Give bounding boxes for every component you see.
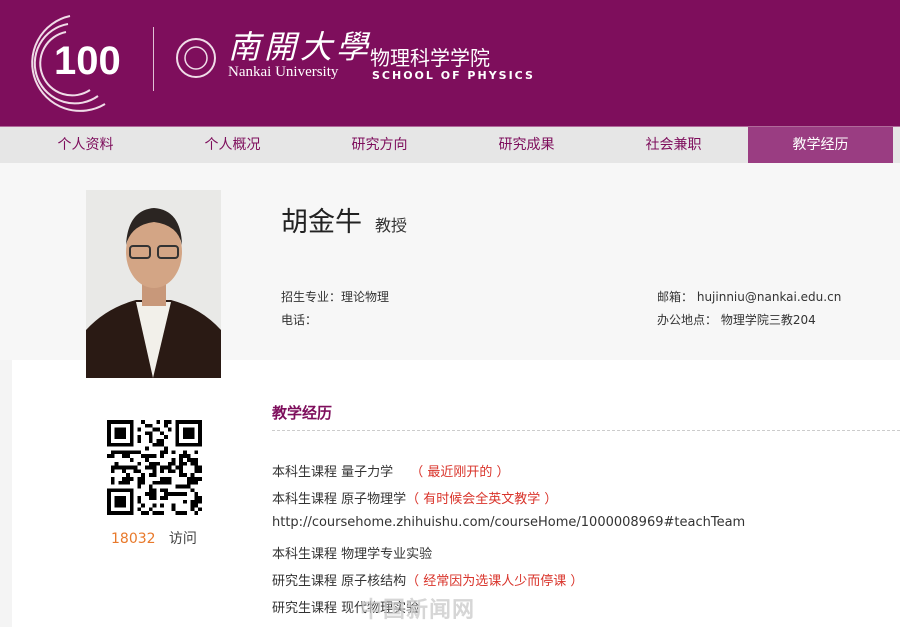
centennial-logo: 100 (31, 15, 121, 112)
teaching-item: 本科生课程 量子力学 （ 最近刚开的 ） (272, 461, 510, 480)
university-name-cn: 南開大學 (228, 28, 373, 66)
tab-teaching[interactable]: 教学经历 (748, 127, 893, 164)
teaching-item: 本科生课程 物理学专业实验 (272, 547, 433, 562)
university-name-en: Nankai University (228, 64, 339, 80)
watermark: 中国新闻网 (360, 598, 476, 623)
office-field: 办公地点： 物理学院三教204 (657, 311, 816, 328)
tab-overview[interactable]: 个人概况 (159, 127, 306, 164)
university-seal-icon (176, 38, 216, 78)
course-note: （ 有时候会全英文教学 ） (406, 492, 558, 507)
professor-name: 胡金牛 (281, 207, 362, 238)
course-name: 本科生课程 原子物理学 (272, 492, 407, 507)
professor-title: 教授 (375, 216, 408, 235)
section-title: 教学经历 (272, 404, 333, 422)
profile-nav: 个人资料 个人概况 研究方向 研究成果 社会兼职 教学经历 (0, 126, 900, 164)
course-name: 本科生课程 量子力学 (272, 465, 407, 480)
email-label: 邮箱： (657, 290, 694, 304)
visit-counter: 18032 访问 (111, 528, 197, 548)
school-name-en: SCHOOL OF PHYSICS (372, 69, 535, 82)
profile-photo (86, 190, 221, 378)
course-note: （ 最近刚开的 ） (410, 465, 510, 480)
section-divider (272, 430, 900, 431)
teaching-item: 本科生课程 原子物理学（ 有时候会全英文教学 ） (272, 488, 557, 507)
teaching-item: 研究生课程 原子核结构（ 经常因为选课人少而停课 ） (272, 570, 583, 589)
school-name-cn: 物理科学学院 (370, 46, 490, 70)
major-label: 招生专业： (281, 290, 342, 304)
tab-social-positions[interactable]: 社会兼职 (600, 127, 747, 164)
course-name: 研究生课程 原子核结构 (272, 574, 407, 589)
svg-text:100: 100 (54, 39, 121, 83)
email-field: 邮箱： hujinniu@nankai.edu.cn (657, 288, 841, 305)
course-note: （ 经常因为选课人少而停课 ） (406, 574, 584, 589)
tab-personal-info[interactable]: 个人资料 (12, 127, 159, 164)
phone-label: 电话： (281, 313, 318, 327)
email-value[interactable]: hujinniu@nankai.edu.cn (697, 290, 841, 304)
major-value: 理论物理 (341, 290, 390, 304)
course-link[interactable]: http://coursehome.zhihuishu.com/courseHo… (272, 515, 745, 530)
major-field: 招生专业：理论物理 (281, 288, 389, 305)
site-header: 100 南開大學 Nankai University 物理科学学院 SCHOOL… (0, 0, 900, 126)
visit-count: 18032 (111, 531, 156, 547)
tab-research-results[interactable]: 研究成果 (453, 127, 600, 164)
tab-research-direction[interactable]: 研究方向 (306, 127, 453, 164)
visit-label: 访问 (168, 531, 197, 547)
header-divider (153, 27, 154, 91)
office-label: 办公地点： (657, 313, 718, 327)
phone-field: 电话： (281, 311, 317, 328)
office-value: 物理学院三教204 (720, 313, 816, 327)
qr-code (107, 420, 202, 515)
